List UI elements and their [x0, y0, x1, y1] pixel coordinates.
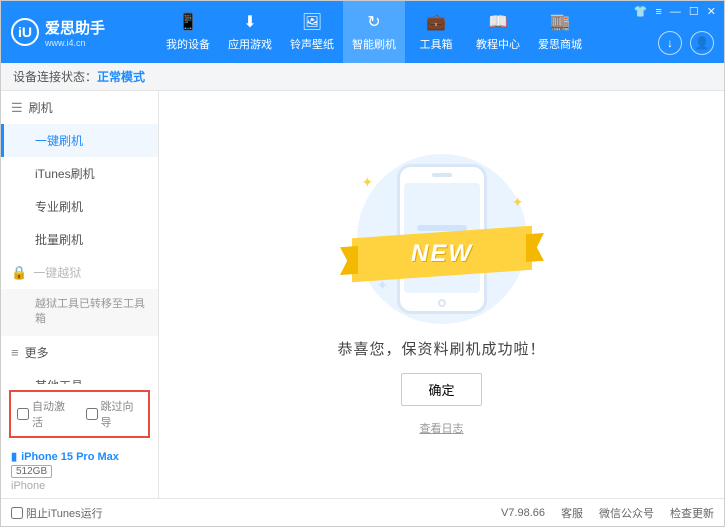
- more-icon: ≡: [11, 345, 19, 360]
- status-bar: 设备连接状态： 正常模式: [1, 63, 724, 91]
- maximize-icon[interactable]: ☐: [689, 5, 699, 18]
- book-icon: 📖: [488, 12, 508, 32]
- sidebar-item-pro[interactable]: 专业刷机: [1, 190, 158, 223]
- menu-icon[interactable]: ≡: [655, 6, 661, 18]
- device-icon: 📱: [178, 12, 198, 32]
- sidebar-group-flash[interactable]: ☰刷机: [1, 91, 158, 124]
- sidebar: ☰刷机 一键刷机 iTunes刷机 专业刷机 批量刷机 🔒一键越狱 越狱工具已转…: [1, 91, 159, 498]
- logo: iU 爱思助手 www.i4.cn: [11, 17, 157, 48]
- sidebar-jailbreak-note: 越狱工具已转移至工具箱: [1, 289, 158, 336]
- sidebar-group-more[interactable]: ≡更多: [1, 336, 158, 369]
- phone-icon: ▮: [11, 450, 17, 463]
- store-icon: 🏬: [550, 12, 570, 32]
- footer-wechat[interactable]: 微信公众号: [599, 505, 654, 521]
- ok-button[interactable]: 确定: [401, 373, 481, 406]
- picture-icon: 🖼: [302, 12, 322, 32]
- account-button[interactable]: 👤: [690, 31, 714, 55]
- window-controls: 👕 ≡ — ☐ ✕: [634, 5, 716, 18]
- device-type: iPhone: [11, 480, 148, 492]
- close-icon[interactable]: ✕: [707, 5, 716, 18]
- sparkle-icon: ✦: [512, 194, 524, 211]
- device-name[interactable]: ▮iPhone 15 Pro Max: [11, 450, 148, 463]
- success-message: 恭喜您，保资料刷机成功啦！: [337, 338, 545, 359]
- checkbox-skip-guide[interactable]: 跳过向导: [86, 398, 143, 430]
- top-nav: 📱我的设备 ⬇应用游戏 🖼铃声壁纸 ↻智能刷机 💼工具箱 📖教程中心 🏬爱思商城: [157, 1, 591, 63]
- nav-toolbox[interactable]: 💼工具箱: [405, 1, 467, 63]
- nav-flash[interactable]: ↻智能刷机: [343, 1, 405, 63]
- apps-icon: ⬇: [240, 12, 260, 32]
- version-label: V7.98.66: [501, 507, 545, 519]
- success-illustration: ✦ ✦ ✦ NEW: [342, 154, 542, 324]
- status-value: 正常模式: [97, 68, 145, 85]
- nav-tutorials[interactable]: 📖教程中心: [467, 1, 529, 63]
- app-title: 爱思助手: [45, 17, 105, 38]
- sparkle-icon: ✦: [362, 174, 374, 191]
- footer-update[interactable]: 检查更新: [670, 505, 714, 521]
- status-label: 设备连接状态：: [13, 68, 97, 85]
- sidebar-group-jailbreak: 🔒一键越狱: [1, 256, 158, 289]
- view-log-link[interactable]: 查看日志: [420, 420, 464, 436]
- sidebar-item-othertools[interactable]: 其他工具: [1, 369, 158, 384]
- device-storage: 512GB: [11, 465, 52, 478]
- app-subtitle: www.i4.cn: [45, 38, 105, 48]
- header: iU 爱思助手 www.i4.cn 📱我的设备 ⬇应用游戏 🖼铃声壁纸 ↻智能刷…: [1, 1, 724, 63]
- lock-icon: 🔒: [11, 265, 27, 281]
- flash-icon: ↻: [364, 12, 384, 32]
- sidebar-item-batch[interactable]: 批量刷机: [1, 223, 158, 256]
- main-content: ✦ ✦ ✦ NEW 恭喜您，保资料刷机成功啦！ 确定 查看日志: [159, 91, 724, 498]
- download-button[interactable]: ↓: [658, 31, 682, 55]
- menu-icon: ☰: [11, 100, 23, 116]
- footer-service[interactable]: 客服: [561, 505, 583, 521]
- sidebar-options-highlight: 自动激活 跳过向导: [9, 390, 150, 438]
- device-info: ▮iPhone 15 Pro Max 512GB iPhone: [1, 444, 158, 498]
- nav-ringtones[interactable]: 🖼铃声壁纸: [281, 1, 343, 63]
- minimize-icon[interactable]: —: [670, 6, 681, 18]
- toolbox-icon: 💼: [426, 12, 446, 32]
- logo-icon: iU: [11, 18, 39, 46]
- nav-apps[interactable]: ⬇应用游戏: [219, 1, 281, 63]
- checkbox-block-itunes[interactable]: 阻止iTunes运行: [11, 505, 103, 521]
- checkbox-auto-activate[interactable]: 自动激活: [17, 398, 74, 430]
- nav-my-device[interactable]: 📱我的设备: [157, 1, 219, 63]
- footer: 阻止iTunes运行 V7.98.66 客服 微信公众号 检查更新: [1, 498, 724, 526]
- sidebar-item-oneclick[interactable]: 一键刷机: [1, 124, 158, 157]
- skin-icon[interactable]: 👕: [634, 5, 648, 18]
- nav-store[interactable]: 🏬爱思商城: [529, 1, 591, 63]
- sidebar-item-itunes[interactable]: iTunes刷机: [1, 157, 158, 190]
